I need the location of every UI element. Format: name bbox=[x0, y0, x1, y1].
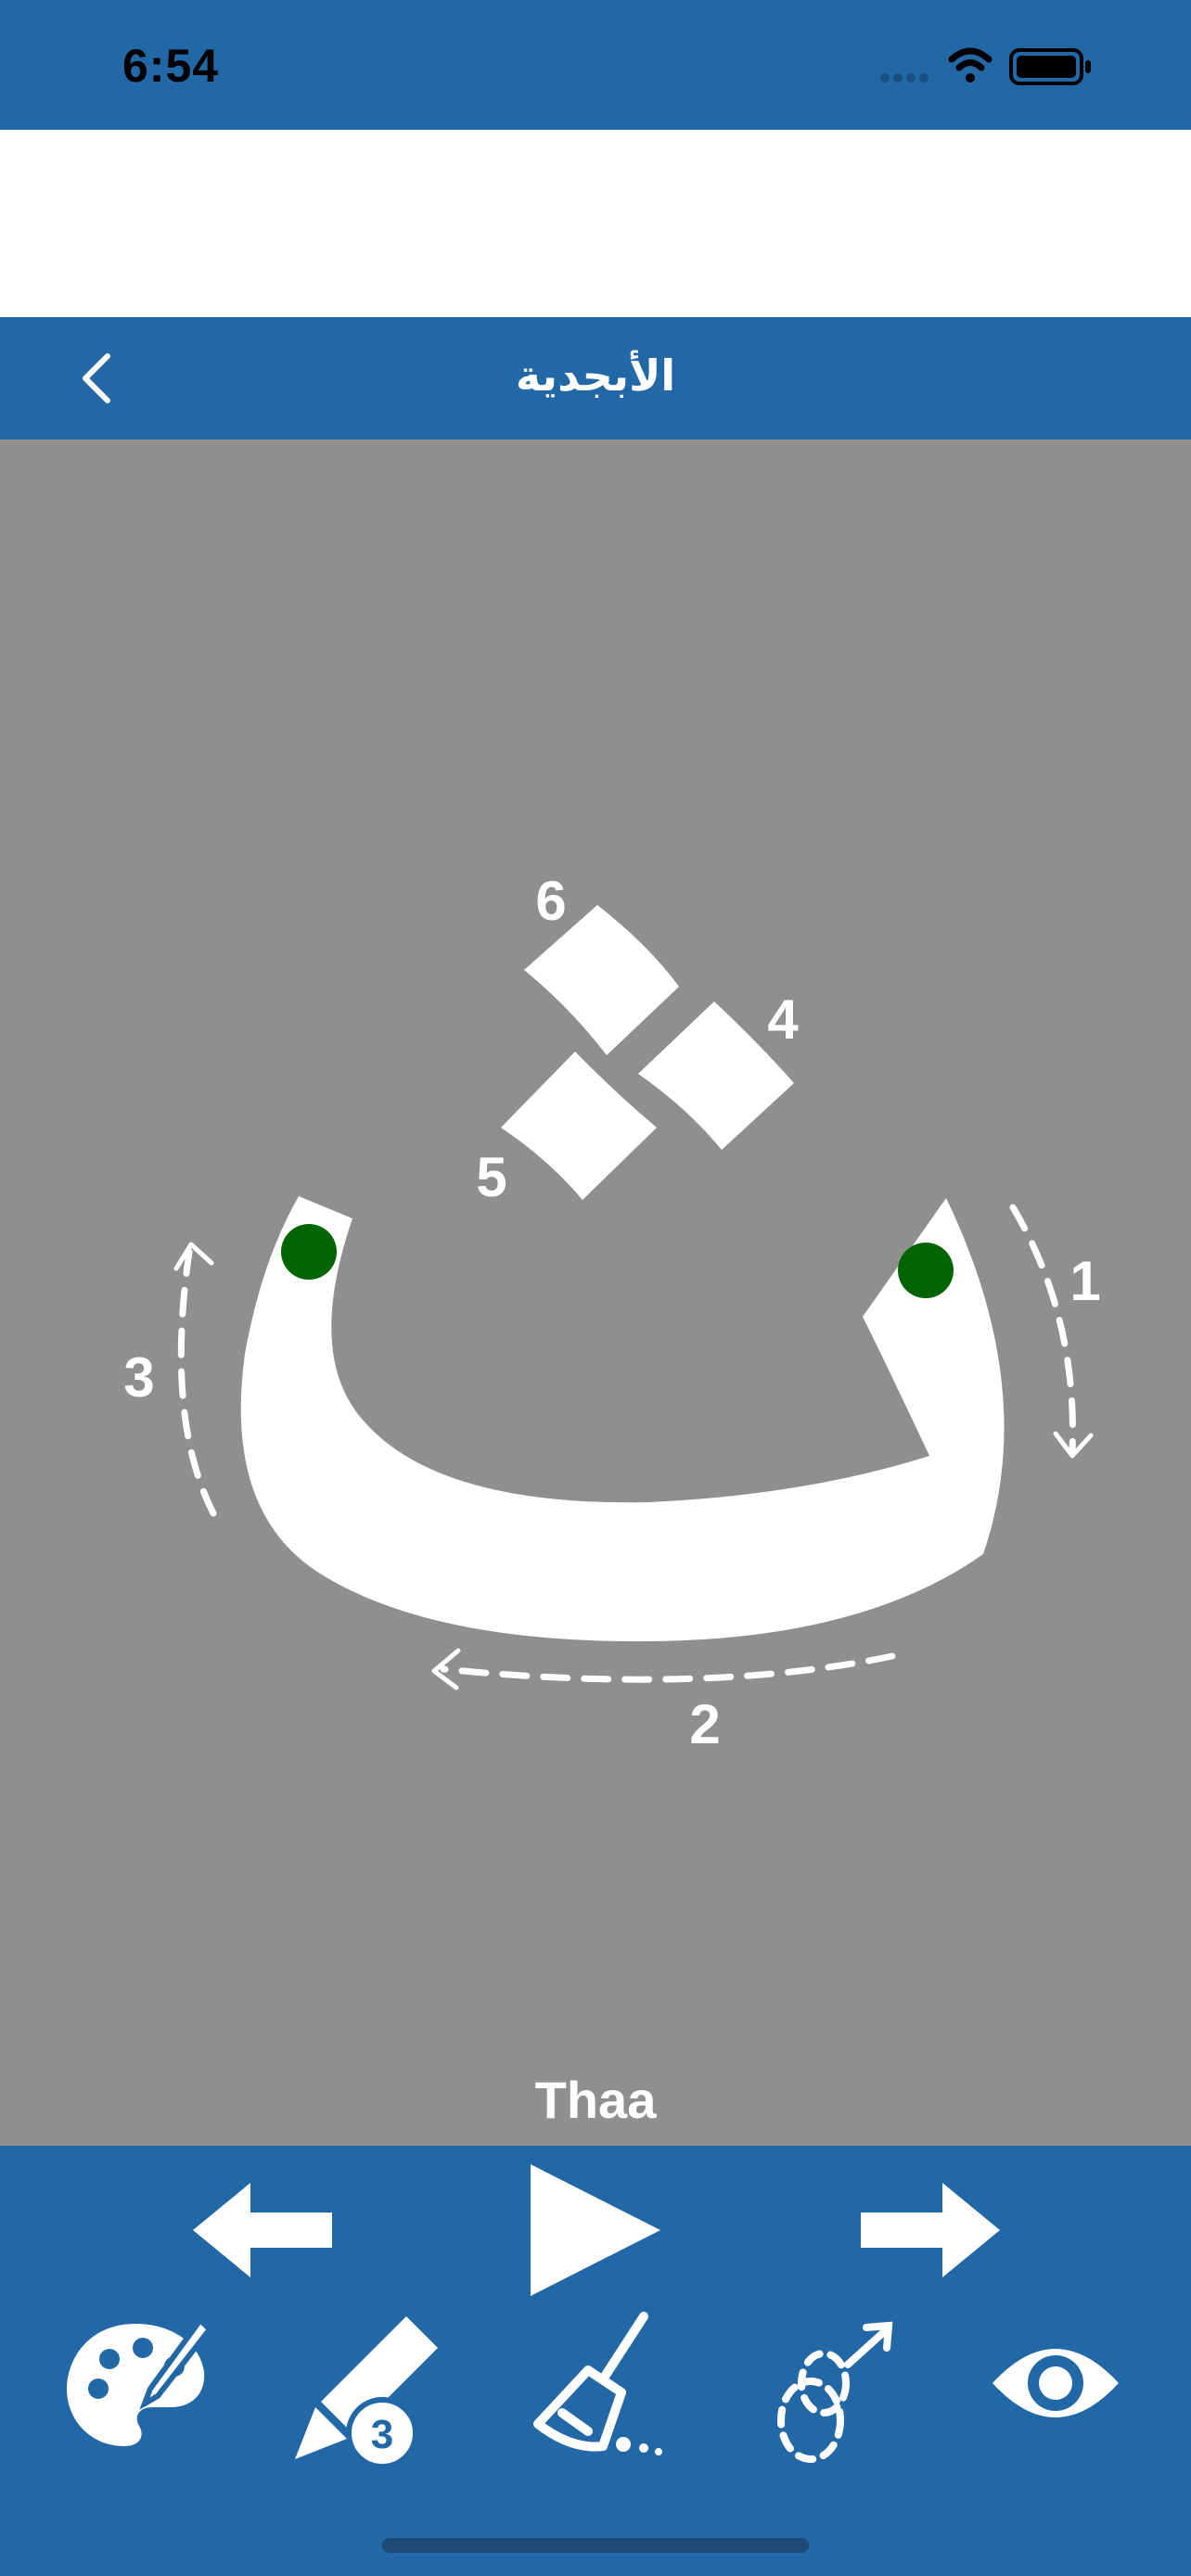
letter-body bbox=[240, 1196, 1005, 1642]
stroke-number-2: 2 bbox=[689, 1693, 720, 1755]
previous-letter-button[interactable] bbox=[189, 2179, 338, 2281]
status-bar: 6:54 bbox=[0, 0, 1191, 130]
status-icons bbox=[880, 47, 1091, 85]
show-letter-button[interactable] bbox=[989, 2327, 1122, 2439]
stroke-number-6: 6 bbox=[535, 870, 566, 932]
pencil-3-icon: 3 bbox=[295, 2316, 438, 2468]
status-time: 6:54 bbox=[122, 40, 220, 92]
play-icon bbox=[531, 2164, 660, 2296]
stroke-number-1: 1 bbox=[1069, 1250, 1100, 1312]
color-palette-button[interactable] bbox=[61, 2311, 210, 2459]
pencil-width-button[interactable]: 3 bbox=[288, 2311, 445, 2468]
letter-name: Thaa bbox=[534, 2071, 657, 2129]
wifi-icon bbox=[948, 47, 992, 83]
letter-dots bbox=[501, 905, 794, 1200]
trace-path-button[interactable] bbox=[755, 2309, 913, 2467]
play-button[interactable] bbox=[525, 2161, 664, 2300]
arrow-right-icon bbox=[861, 2183, 1000, 2277]
start-dot bbox=[281, 1224, 337, 1280]
guide-arrow-1 bbox=[1009, 1204, 1076, 1456]
palette-icon bbox=[67, 2315, 210, 2446]
guide-arrow-2 bbox=[440, 1652, 896, 1683]
arrow-left-icon bbox=[193, 2183, 332, 2277]
next-letter-button[interactable] bbox=[855, 2179, 1004, 2281]
start-dot bbox=[898, 1243, 954, 1298]
arrowhead-3 bbox=[173, 1242, 214, 1271]
ad-banner bbox=[0, 130, 1191, 317]
letter-tracing[interactable]: 1 2 3 4 5 6 bbox=[0, 440, 1191, 2146]
nav-bar: الأبجدية bbox=[0, 317, 1191, 440]
signal-dots-icon bbox=[880, 73, 928, 83]
stroke-number-4: 4 bbox=[767, 988, 799, 1051]
tracing-canvas[interactable]: 1 2 3 4 5 6 bbox=[0, 440, 1191, 2146]
dot-left bbox=[501, 1052, 657, 1200]
eye-icon bbox=[992, 2349, 1119, 2417]
page-title: الأبجدية bbox=[515, 351, 676, 401]
guide-arrow-3 bbox=[177, 1248, 217, 1517]
bottom-toolbar: 3 bbox=[0, 2146, 1191, 2576]
stroke-number-3: 3 bbox=[123, 1346, 154, 1409]
stroke-number-5: 5 bbox=[476, 1146, 506, 1208]
battery-icon bbox=[1009, 48, 1091, 85]
broom-icon bbox=[533, 2312, 662, 2455]
clear-canvas-button[interactable] bbox=[523, 2309, 672, 2467]
home-indicator bbox=[382, 2538, 809, 2553]
svg-text:3: 3 bbox=[371, 2412, 393, 2457]
trace-path-icon bbox=[777, 2321, 893, 2463]
